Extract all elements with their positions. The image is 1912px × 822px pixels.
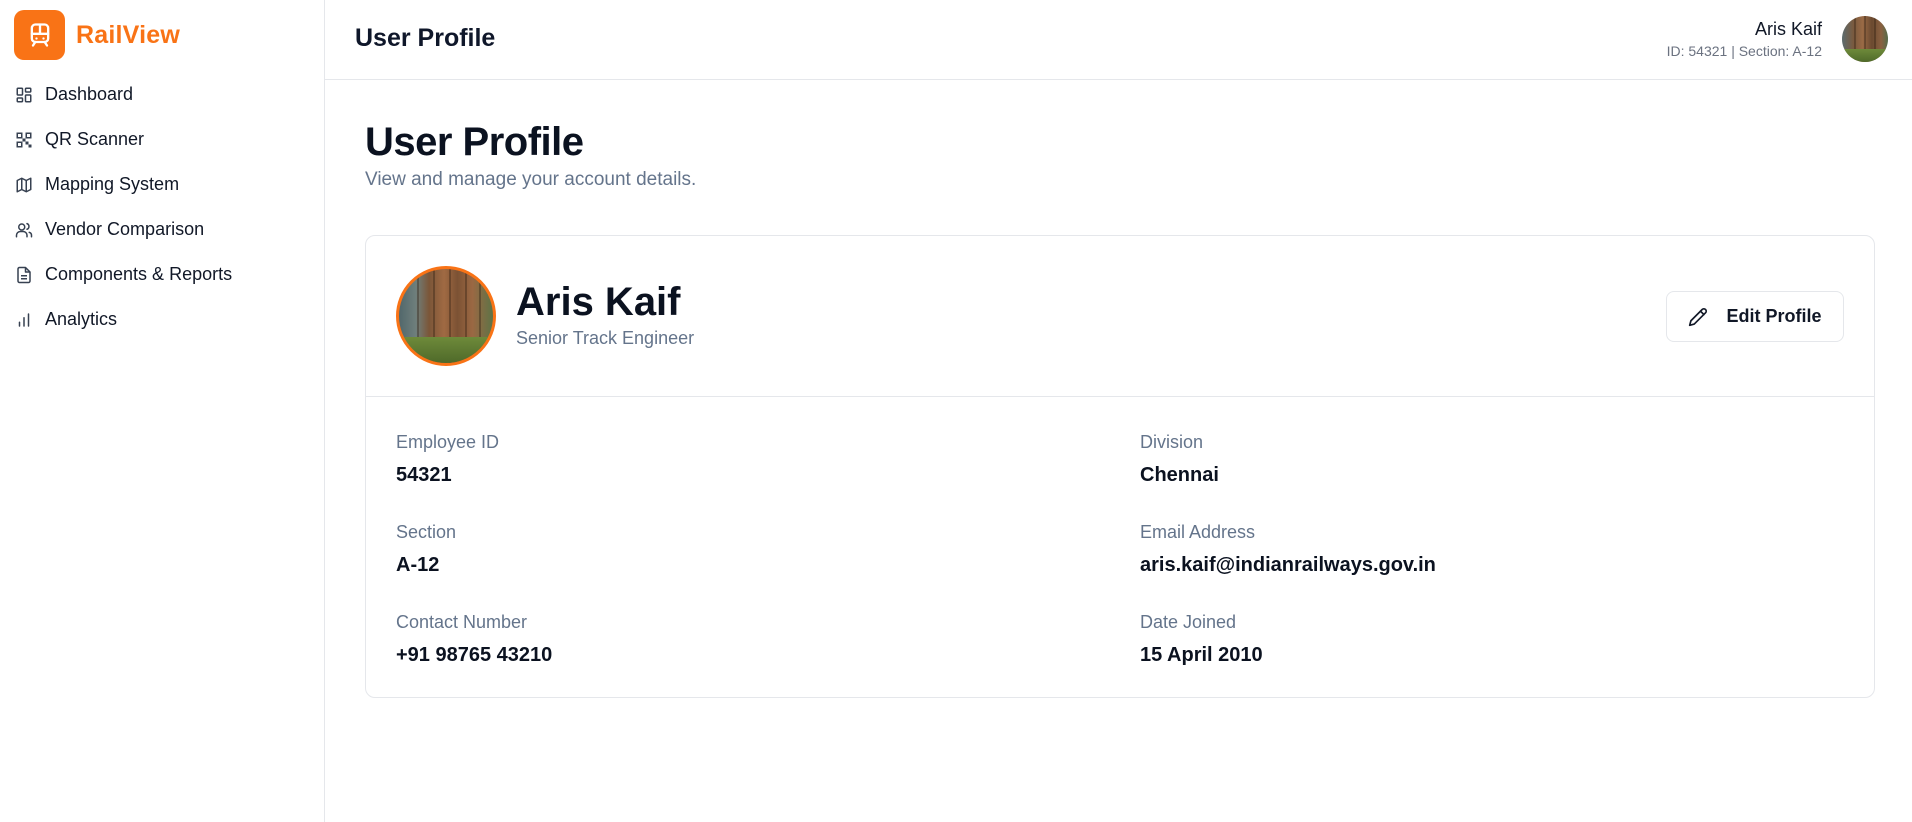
sidebar-item-label: QR Scanner bbox=[45, 129, 145, 149]
header-user-info: Aris Kaif ID: 54321 | Section: A-12 bbox=[1667, 17, 1822, 61]
field-label: Employee ID bbox=[396, 432, 500, 452]
sidebar-item-label: Components & Reports bbox=[45, 264, 233, 284]
header-title: User Profile bbox=[355, 24, 496, 52]
field-value: 54321 bbox=[396, 464, 452, 486]
sidebar-item-label: Mapping System bbox=[45, 174, 180, 194]
sidebar-item-label: Dashboard bbox=[45, 84, 134, 104]
field-value: A-12 bbox=[396, 554, 440, 576]
edit-profile-label: Edit Profile bbox=[1726, 306, 1822, 326]
profile-card-header: Aris Kaif Senior Track Engineer Edit Pro… bbox=[366, 236, 1874, 397]
dashboard-icon bbox=[14, 85, 34, 105]
sidebar-nav: Dashboard QR Scanner Mapping System Vend… bbox=[14, 72, 314, 342]
field-date-joined: Date Joined 15 April 2010 bbox=[1140, 611, 1263, 667]
bar-chart-icon bbox=[14, 310, 34, 330]
document-icon bbox=[14, 265, 34, 285]
header-user-menu[interactable]: Aris Kaif ID: 54321 | Section: A-12 bbox=[1667, 16, 1888, 62]
field-label: Division bbox=[1140, 432, 1204, 452]
field-value: aris.kaif@indianrailways.gov.in bbox=[1140, 554, 1436, 576]
profile-name: Aris Kaif bbox=[516, 280, 681, 324]
field-section: Section A-12 bbox=[396, 521, 456, 577]
sidebar-item-label: Vendor Comparison bbox=[45, 219, 205, 239]
sidebar-item-components-reports[interactable]: Components & Reports bbox=[14, 252, 314, 297]
avatar[interactable] bbox=[1842, 16, 1888, 62]
field-value: Chennai bbox=[1140, 464, 1219, 486]
field-division: Division Chennai bbox=[1140, 431, 1219, 487]
field-value: 15 April 2010 bbox=[1140, 644, 1263, 666]
sidebar-item-mapping-system[interactable]: Mapping System bbox=[14, 162, 314, 207]
field-value: +91 98765 43210 bbox=[396, 644, 553, 666]
profile-role: Senior Track Engineer bbox=[516, 328, 695, 348]
sidebar: RailView Dashboard QR Scanner Mapping Sy… bbox=[0, 0, 325, 822]
header-user-name: Aris Kaif bbox=[1754, 19, 1822, 39]
field-label: Email Address bbox=[1140, 522, 1256, 542]
brand-name: RailView bbox=[76, 20, 180, 49]
header-user-meta: ID: 54321 | Section: A-12 bbox=[1666, 43, 1822, 59]
page-title: User Profile bbox=[365, 120, 584, 164]
field-contact-number: Contact Number +91 98765 43210 bbox=[396, 611, 552, 667]
sidebar-item-analytics[interactable]: Analytics bbox=[14, 297, 314, 342]
field-email-address: Email Address aris.kaif@indianrailways.g… bbox=[1140, 521, 1436, 577]
train-icon bbox=[14, 10, 65, 60]
profile-card: Aris Kaif Senior Track Engineer Edit Pro… bbox=[365, 235, 1875, 698]
pencil-icon bbox=[1688, 307, 1708, 327]
field-label: Contact Number bbox=[396, 612, 528, 632]
page-subtitle: View and manage your account details. bbox=[365, 169, 697, 190]
field-label: Date Joined bbox=[1140, 612, 1237, 632]
sidebar-item-label: Analytics bbox=[45, 309, 118, 329]
edit-profile-button[interactable]: Edit Profile bbox=[1666, 291, 1844, 342]
sidebar-item-vendor-comparison[interactable]: Vendor Comparison bbox=[14, 207, 314, 252]
top-header: User Profile Aris Kaif ID: 54321 | Secti… bbox=[325, 0, 1912, 80]
users-icon bbox=[14, 220, 34, 240]
profile-avatar bbox=[396, 266, 496, 366]
field-employee-id: Employee ID 54321 bbox=[396, 431, 499, 487]
field-label: Section bbox=[396, 522, 457, 542]
qr-code-icon bbox=[14, 130, 34, 150]
sidebar-item-qr-scanner[interactable]: QR Scanner bbox=[14, 117, 314, 162]
map-icon bbox=[14, 175, 34, 195]
sidebar-item-dashboard[interactable]: Dashboard bbox=[14, 72, 314, 117]
brand[interactable]: RailView bbox=[14, 10, 180, 60]
main-content: User Profile View and manage your accoun… bbox=[325, 80, 1912, 822]
